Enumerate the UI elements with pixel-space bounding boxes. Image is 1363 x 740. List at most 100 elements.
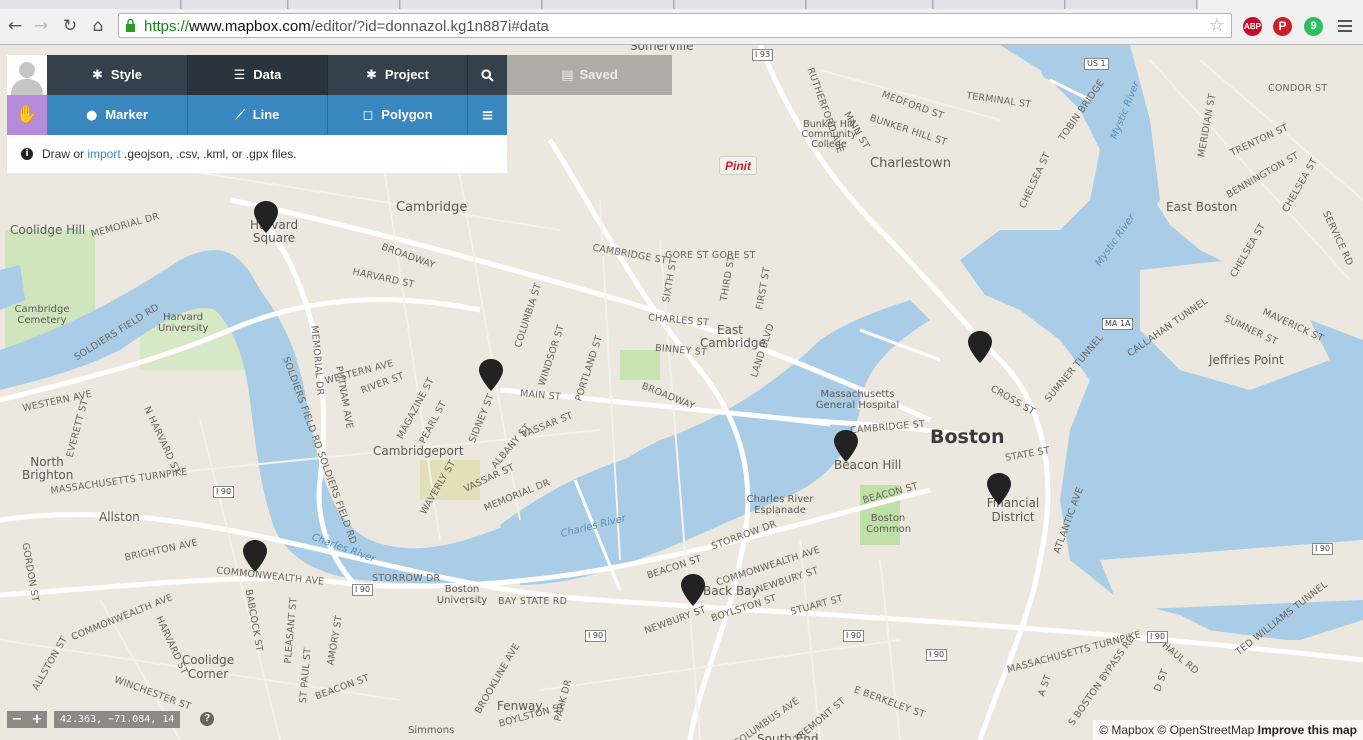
document-icon: ▤	[561, 68, 574, 83]
address-bar[interactable]: https://www.mapbox.com/editor/?id=donnaz…	[118, 13, 1232, 38]
osm-attribution[interactable]: © OpenStreetMap	[1157, 723, 1254, 737]
browser-toolbar: ← → ↻ ⌂ https://www.mapbox.com/editor/?i…	[0, 9, 1363, 45]
style-label: Style	[110, 67, 142, 82]
help-button[interactable]: ?	[200, 712, 214, 726]
map-label-jeffries-point: Jeffries Point	[1209, 353, 1284, 367]
map-attribution: © Mapbox © OpenStreetMap Improve this ma…	[1093, 720, 1363, 740]
zoom-in-button[interactable]: +	[27, 711, 47, 728]
polygon-label: Polygon	[381, 107, 433, 122]
adblock-icon[interactable]: ABP	[1243, 17, 1262, 36]
map-label-boston-university: Boston University	[436, 584, 488, 606]
database-icon: ☰	[233, 68, 246, 83]
home-icon[interactable]: ⌂	[86, 15, 110, 37]
browser-tab[interactable]	[0, 0, 181, 9]
highway-shield: I 93	[752, 49, 774, 61]
line-tool-button[interactable]: ⟋ Line	[188, 95, 328, 135]
style-button[interactable]: ✱ Style	[47, 55, 188, 95]
line-label: Line	[252, 107, 280, 122]
map-pin-icon: ●	[86, 108, 98, 123]
map-marker-pin-icon[interactable]	[833, 429, 859, 463]
map-label-charles-river-esplanade: Charles River Esplanade	[746, 494, 814, 516]
browser-tab[interactable]	[289, 0, 400, 9]
browser-tab[interactable]	[182, 0, 288, 9]
map-label-back-bay: Back Bay	[703, 584, 759, 598]
data-button[interactable]: ☰ Data	[188, 55, 328, 95]
list-menu-button[interactable]: ≡	[468, 95, 507, 135]
highway-shield: I 90	[585, 630, 607, 642]
highway-shield: I 90	[213, 486, 235, 498]
pinterest-icon[interactable]: P	[1273, 17, 1292, 36]
map-marker-pin-icon[interactable]	[242, 539, 268, 573]
browser-tab[interactable]	[543, 0, 674, 9]
map-label-boston: Boston	[930, 426, 1005, 448]
map-label-north-brighton: North Brighton	[22, 455, 74, 482]
browser-menu-icon[interactable]	[1338, 20, 1352, 35]
marker-tool-button[interactable]: ● Marker	[47, 95, 188, 135]
map-marker-pin-icon[interactable]	[967, 330, 993, 364]
saved-label: Saved	[579, 67, 618, 82]
saved-status: ▤ Saved	[507, 55, 672, 95]
zoom-out-button[interactable]: −	[7, 711, 27, 728]
highway-shield: I 90	[926, 649, 948, 661]
pinit-button[interactable]: Pinit	[719, 156, 757, 175]
map-label-simmons: Simmons	[408, 725, 455, 736]
browser-tab[interactable]	[934, 0, 1065, 9]
gear-icon: ✱	[366, 68, 377, 83]
map-marker-pin-icon[interactable]	[986, 472, 1012, 506]
hand-icon: ✋	[15, 104, 39, 125]
tab-strip	[0, 0, 1363, 9]
import-link[interactable]: import	[87, 147, 120, 161]
marker-label: Marker	[105, 107, 148, 122]
highway-shield: I 90	[1147, 631, 1169, 643]
map-label-harvard-university: Harvard University	[158, 312, 209, 334]
zoom-control: − +	[7, 711, 47, 728]
bookmark-star-icon[interactable]: ☆	[1209, 15, 1225, 36]
map-label-boston-common: Boston Common	[866, 513, 912, 535]
map-label-mass-general: Massachusetts General Hospital	[815, 389, 900, 411]
highway-shield: I 90	[352, 584, 374, 596]
forward-icon[interactable]: →	[29, 15, 53, 37]
reload-icon[interactable]: ↻	[58, 15, 82, 37]
highway-shield: MA 1A	[1102, 318, 1134, 330]
browser-tab[interactable]	[1066, 0, 1197, 9]
line-icon: ⟋	[235, 108, 245, 123]
browser-tab-active[interactable]	[1198, 0, 1363, 9]
browser-tab[interactable]	[807, 0, 933, 9]
url-text: https://www.mapbox.com/editor/?id=donnaz…	[144, 18, 549, 35]
search-button[interactable]	[468, 55, 507, 95]
back-icon[interactable]: ←	[3, 15, 27, 37]
map-marker-pin-icon[interactable]	[253, 200, 279, 234]
hint-suffix: .geojson, .csv, .kml, or .gpx files.	[120, 147, 297, 161]
info-icon: i	[21, 148, 33, 160]
map-label-cambridgeport: Cambridgeport	[373, 444, 464, 458]
evernote-icon[interactable]: 9	[1304, 17, 1323, 36]
street-label: CONDOR ST	[1268, 83, 1328, 94]
mapbox-attribution[interactable]: © Mapbox	[1099, 723, 1154, 737]
map-label-charlestown: Charlestown	[870, 156, 951, 171]
coordinates-readout: 42.363, −71.084, 14	[54, 711, 181, 728]
data-label: Data	[253, 67, 282, 82]
lock-icon	[126, 19, 135, 32]
hand-pan-tool[interactable]: ✋	[7, 95, 47, 135]
user-avatar[interactable]	[7, 55, 47, 95]
gear-icon: ✱	[92, 68, 103, 83]
map-label-coolidge-hill: Coolidge Hill	[10, 223, 86, 237]
map-label-allston: Allston	[99, 510, 140, 524]
street-label: STORROW DR	[372, 573, 441, 584]
polygon-tool-button[interactable]: ◻ Polygon	[328, 95, 468, 135]
map-marker-pin-icon[interactable]	[680, 573, 706, 607]
map-marker-pin-icon[interactable]	[478, 358, 504, 392]
street-label: BAY STATE RD	[498, 596, 568, 607]
browser-tab[interactable]	[675, 0, 806, 9]
user-icon	[7, 55, 47, 95]
map-label-cambridge-cemetery: Cambridge Cemetery	[14, 304, 70, 326]
highway-shield: US 1	[1084, 58, 1109, 70]
url-scheme: https://	[144, 18, 190, 35]
hamburger-icon: ≡	[481, 106, 494, 124]
browser-tab[interactable]	[401, 0, 542, 9]
project-button[interactable]: ✱ Project	[328, 55, 468, 95]
polygon-icon: ◻	[362, 108, 374, 123]
highway-shield: I 90	[1312, 543, 1334, 555]
map-label-east-boston: East Boston	[1166, 200, 1238, 214]
improve-map-link[interactable]: Improve this map	[1258, 723, 1357, 737]
